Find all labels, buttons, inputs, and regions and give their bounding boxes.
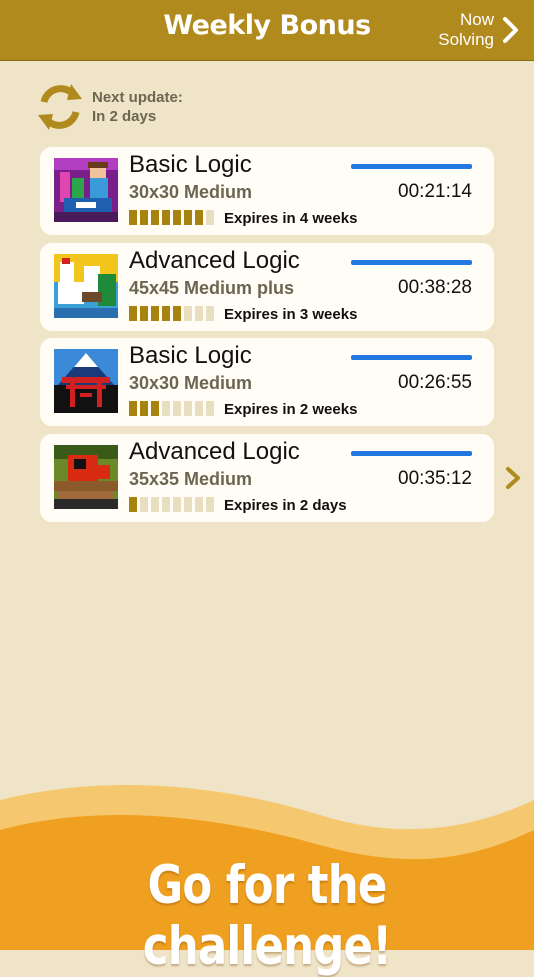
puzzle-card[interactable]: Basic Logic 30x30 Medium 00:21:14 Expire… <box>40 147 494 235</box>
expiry-meter <box>129 497 214 512</box>
puzzle-thumbnail <box>54 445 118 509</box>
puzzle-size: 45x45 Medium plus <box>129 278 295 298</box>
progress-bar <box>351 355 472 360</box>
puzzle-title: Advanced Logic <box>129 438 300 465</box>
puzzle-thumbnail <box>54 158 118 222</box>
expiry-meter <box>129 210 214 225</box>
puzzle-size: 30x30 Medium <box>129 182 253 202</box>
puzzle-title: Advanced Logic <box>129 247 300 274</box>
puzzle-card[interactable]: Basic Logic 30x30 Medium 00:26:55 Expire… <box>40 338 494 426</box>
progress-bar <box>351 451 472 456</box>
puzzle-title: Basic Logic <box>129 342 252 369</box>
progress-bar <box>351 260 472 265</box>
puzzle-time: 00:21:14 <box>398 181 472 202</box>
puzzle-card[interactable]: Advanced Logic 45x45 Medium plus 00:38:2… <box>40 243 494 331</box>
chevron-right-icon <box>503 17 518 43</box>
puzzle-thumbnail <box>54 349 118 413</box>
puzzle-title: Basic Logic <box>129 151 252 178</box>
header-bar: Weekly Bonus Now Solving <box>0 0 534 61</box>
puzzle-card[interactable]: Advanced Logic 35x35 Medium 00:35:12 Exp… <box>40 434 494 522</box>
next-update-text: Next update: In 2 days <box>92 89 183 125</box>
expiry-meter <box>129 306 214 321</box>
puzzle-time: 00:26:55 <box>398 372 472 393</box>
expiry-meter <box>129 401 214 416</box>
footer-slogan: Go for the challenge! <box>142 855 392 977</box>
refresh-icon <box>38 84 82 130</box>
puzzle-size: 30x30 Medium <box>129 373 253 393</box>
puzzle-time: 00:35:12 <box>398 468 472 489</box>
chevron-right-icon[interactable] <box>505 466 521 490</box>
expiry-label: Expires in 2 weeks <box>224 401 358 418</box>
next-update-info: Next update: In 2 days <box>36 82 183 132</box>
puzzle-size: 35x35 Medium <box>129 469 253 489</box>
expiry-label: Expires in 2 days <box>224 497 347 514</box>
puzzle-time: 00:38:28 <box>398 277 472 298</box>
puzzle-thumbnail <box>54 254 118 318</box>
now-solving-label: Now Solving <box>438 10 494 49</box>
now-solving-button[interactable]: Now Solving <box>438 8 520 52</box>
expiry-label: Expires in 4 weeks <box>224 210 358 227</box>
expiry-label: Expires in 3 weeks <box>224 306 358 323</box>
progress-bar <box>351 164 472 169</box>
